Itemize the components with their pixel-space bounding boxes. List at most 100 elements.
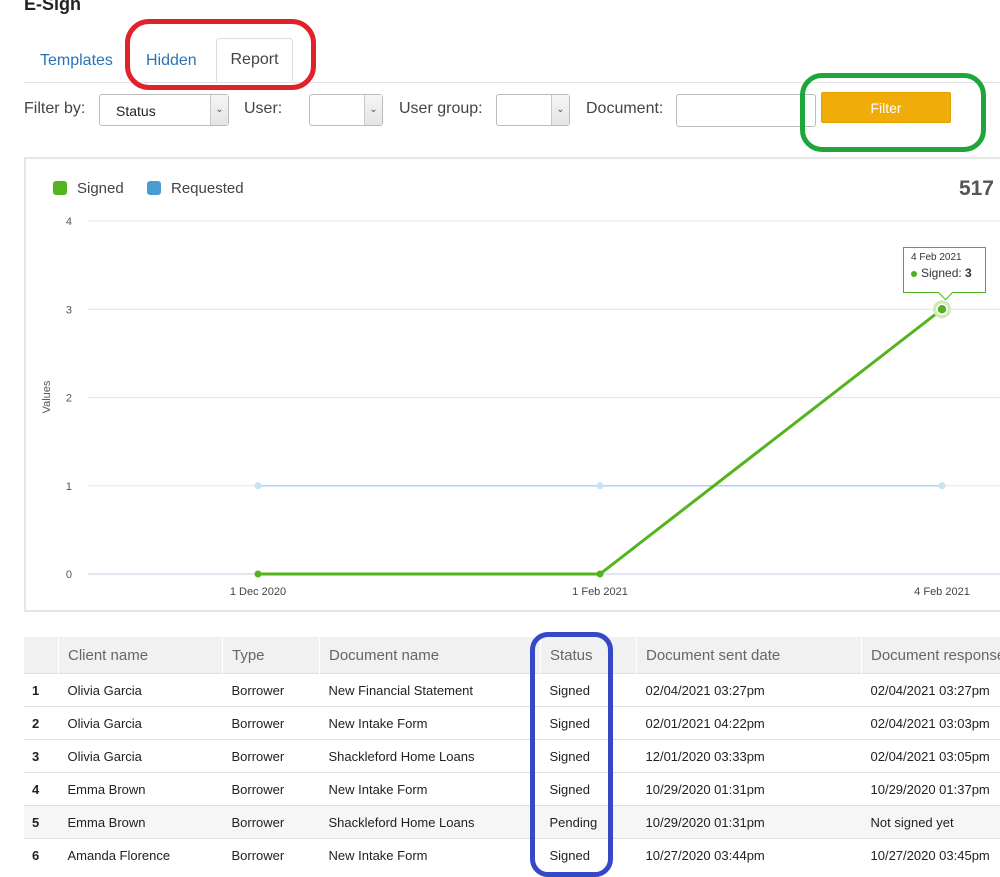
table-row[interactable]: 3 Olivia Garcia Borrower Shackleford Hom… xyxy=(24,740,1000,773)
status-text: Signed xyxy=(541,740,637,773)
document-name: New Intake Form xyxy=(320,773,541,806)
client-name: Olivia Garcia xyxy=(59,740,223,773)
sent-date: 12/01/2020 03:33pm xyxy=(637,740,862,773)
client-type: Borrower xyxy=(223,707,320,740)
sent-date: 10/29/2020 01:31pm xyxy=(637,773,862,806)
col-header-status[interactable]: Status xyxy=(541,637,637,674)
chevron-down-icon: ⌄ xyxy=(551,95,569,125)
col-header-document[interactable]: Document name xyxy=(320,637,541,674)
status-text: Pending xyxy=(541,806,637,839)
y-tick-label: 1 xyxy=(66,481,72,493)
client-name: Olivia Garcia xyxy=(59,707,223,740)
user-label: User: xyxy=(244,100,282,118)
data-point-signed xyxy=(597,571,604,578)
table-header-row: Client name Type Document name Status Do… xyxy=(24,637,1000,674)
status-text: Signed xyxy=(541,707,637,740)
tooltip-row: Signed: 3 xyxy=(911,266,978,280)
document-name: New Intake Form xyxy=(320,707,541,740)
user-group-label: User group: xyxy=(399,100,483,118)
table-row[interactable]: 1 Olivia Garcia Borrower New Financial S… xyxy=(24,674,1000,707)
status-text: Signed xyxy=(541,674,637,707)
tab-templates[interactable]: Templates xyxy=(40,40,113,82)
status-text: Signed xyxy=(541,773,637,806)
tab-hidden[interactable]: Hidden xyxy=(146,40,197,82)
data-point-requested xyxy=(939,482,946,489)
response-date: 02/04/2021 03:27pm xyxy=(862,674,1000,707)
response-date: Not signed yet xyxy=(862,806,1000,839)
document-name: New Financial Statement xyxy=(320,674,541,707)
col-header-sent-date[interactable]: Document sent date xyxy=(637,637,862,674)
response-date: 10/27/2020 03:45pm xyxy=(862,839,1000,872)
row-number: 2 xyxy=(24,707,59,740)
signed-swatch-icon xyxy=(53,181,67,195)
response-date: 10/29/2020 01:37pm xyxy=(862,773,1000,806)
series-line-signed xyxy=(258,309,942,574)
row-number: 6 xyxy=(24,839,59,872)
document-name: Shackleford Home Loans xyxy=(320,806,541,839)
line-chart: 0 1 2 3 4 Values 1 Dec 2020 1 Feb 2021 4 Feb 202… xyxy=(26,159,1000,610)
total-count: 517 xyxy=(959,177,994,201)
chart-panel: 0 1 2 3 4 Values 1 Dec 2020 1 Feb 2021 4 Feb 202… xyxy=(24,157,1000,612)
tooltip-date: 4 Feb 2021 xyxy=(911,252,978,263)
signed-dot-icon xyxy=(911,271,917,277)
document-name: New Intake Form xyxy=(320,839,541,872)
results-table: Client name Type Document name Status Do… xyxy=(24,637,1000,871)
x-tick-label: 4 Feb 2021 xyxy=(914,586,970,598)
y-tick-label: 2 xyxy=(66,393,72,405)
chart-tooltip: 4 Feb 2021 Signed: 3 xyxy=(903,247,986,293)
col-header-response[interactable]: Document response xyxy=(862,637,1000,674)
tab-bar: Templates Hidden Report xyxy=(24,38,1000,83)
x-tick-label: 1 Dec 2020 xyxy=(230,586,286,598)
col-header-type[interactable]: Type xyxy=(223,637,320,674)
data-point-signed xyxy=(255,571,262,578)
row-number: 1 xyxy=(24,674,59,707)
client-type: Borrower xyxy=(223,839,320,872)
x-tick-label: 1 Feb 2021 xyxy=(572,586,628,598)
filter-by-value: Status xyxy=(116,103,156,119)
y-tick-label: 0 xyxy=(66,569,72,581)
filter-by-label: Filter by: xyxy=(24,100,85,118)
legend-label-signed: Signed xyxy=(77,180,124,197)
tooltip-series: Signed: xyxy=(921,266,962,280)
client-type: Borrower xyxy=(223,806,320,839)
y-tick-label: 3 xyxy=(66,304,72,316)
filter-by-select[interactable]: Status ⌄ xyxy=(99,94,229,126)
table-row[interactable]: 5 Emma Brown Borrower Shackleford Home L… xyxy=(24,806,1000,839)
document-input[interactable] xyxy=(676,94,816,127)
chevron-down-icon: ⌄ xyxy=(364,95,382,125)
table-row[interactable]: 2 Olivia Garcia Borrower New Intake Form… xyxy=(24,707,1000,740)
row-number: 5 xyxy=(24,806,59,839)
table-row[interactable]: 6 Amanda Florence Borrower New Intake Fo… xyxy=(24,839,1000,872)
y-axis-label: Values xyxy=(41,380,53,413)
col-header-index xyxy=(24,637,59,674)
status-text: Signed xyxy=(541,839,637,872)
legend-label-requested: Requested xyxy=(171,180,244,197)
response-date: 02/04/2021 03:05pm xyxy=(862,740,1000,773)
data-point-requested xyxy=(597,482,604,489)
client-type: Borrower xyxy=(223,674,320,707)
user-select[interactable]: ⌄ xyxy=(309,94,383,126)
client-type: Borrower xyxy=(223,740,320,773)
tooltip-value: 3 xyxy=(965,266,972,280)
user-group-select[interactable]: ⌄ xyxy=(496,94,570,126)
y-tick-label: 4 xyxy=(66,216,72,228)
client-name: Amanda Florence xyxy=(59,839,223,872)
col-header-client[interactable]: Client name xyxy=(59,637,223,674)
client-name: Olivia Garcia xyxy=(59,674,223,707)
client-name: Emma Brown xyxy=(59,806,223,839)
sent-date: 02/04/2021 03:27pm xyxy=(637,674,862,707)
data-point-requested xyxy=(255,482,262,489)
filter-button[interactable]: Filter xyxy=(821,92,951,123)
sent-date: 10/27/2020 03:44pm xyxy=(637,839,862,872)
row-number: 3 xyxy=(24,740,59,773)
sent-date: 10/29/2020 01:31pm xyxy=(637,806,862,839)
chevron-down-icon: ⌄ xyxy=(210,95,228,125)
row-number: 4 xyxy=(24,773,59,806)
table-row[interactable]: 4 Emma Brown Borrower New Intake Form Si… xyxy=(24,773,1000,806)
tab-report[interactable]: Report xyxy=(216,38,293,82)
client-name: Emma Brown xyxy=(59,773,223,806)
app-title: E-Sign xyxy=(24,0,81,14)
document-name: Shackleford Home Loans xyxy=(320,740,541,773)
requested-swatch-icon xyxy=(147,181,161,195)
document-label: Document: xyxy=(586,100,663,118)
